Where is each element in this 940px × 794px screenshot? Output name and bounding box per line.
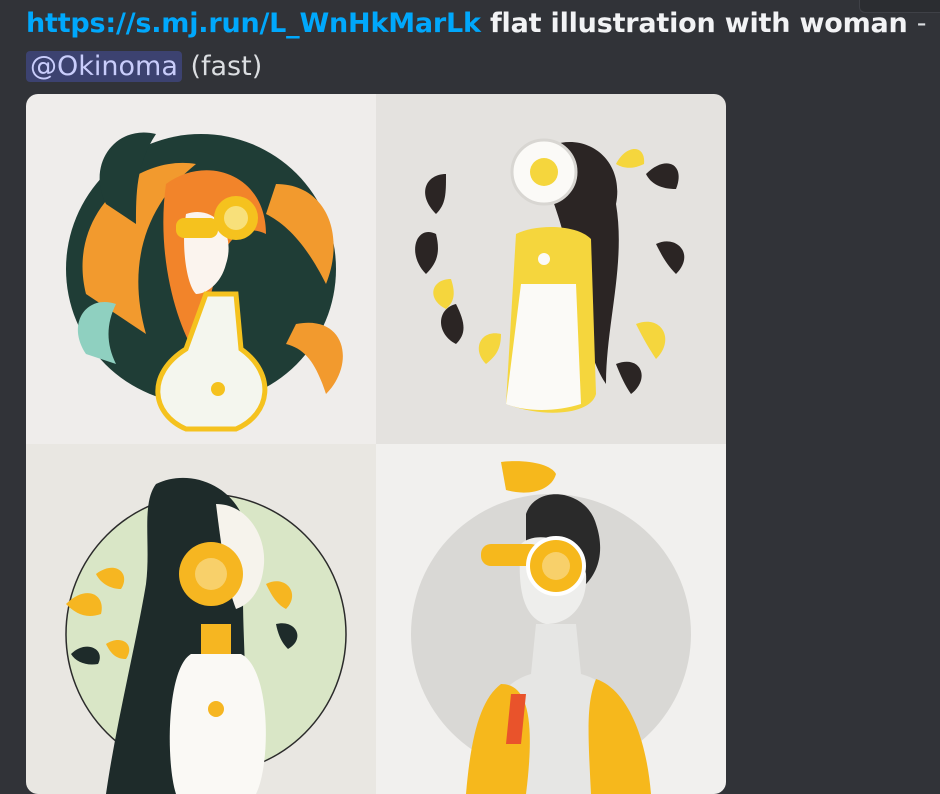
user-mention[interactable]: @Okinoma xyxy=(26,51,182,82)
generated-image-3[interactable] xyxy=(26,444,376,794)
generation-mode: (fast) xyxy=(190,51,263,82)
separator: - xyxy=(916,8,927,39)
generated-image-4[interactable] xyxy=(376,444,726,794)
image-grid xyxy=(26,94,726,794)
message-meta: @Okinoma (fast) xyxy=(26,44,920,90)
image-2-illustration xyxy=(376,94,726,444)
prompt-link[interactable]: https://s.mj.run/L_WnHkMarLk xyxy=(26,8,481,39)
message: https://s.mj.run/L_WnHkMarLk flat illust… xyxy=(26,4,926,90)
generated-image-2[interactable] xyxy=(376,94,726,444)
message-header: https://s.mj.run/L_WnHkMarLk flat illust… xyxy=(26,4,926,44)
image-1-illustration xyxy=(26,94,376,444)
image-4-illustration xyxy=(376,444,726,794)
image-3-illustration xyxy=(26,444,376,794)
generated-image-1[interactable] xyxy=(26,94,376,444)
prompt-text: flat illustration with woman xyxy=(489,8,908,39)
